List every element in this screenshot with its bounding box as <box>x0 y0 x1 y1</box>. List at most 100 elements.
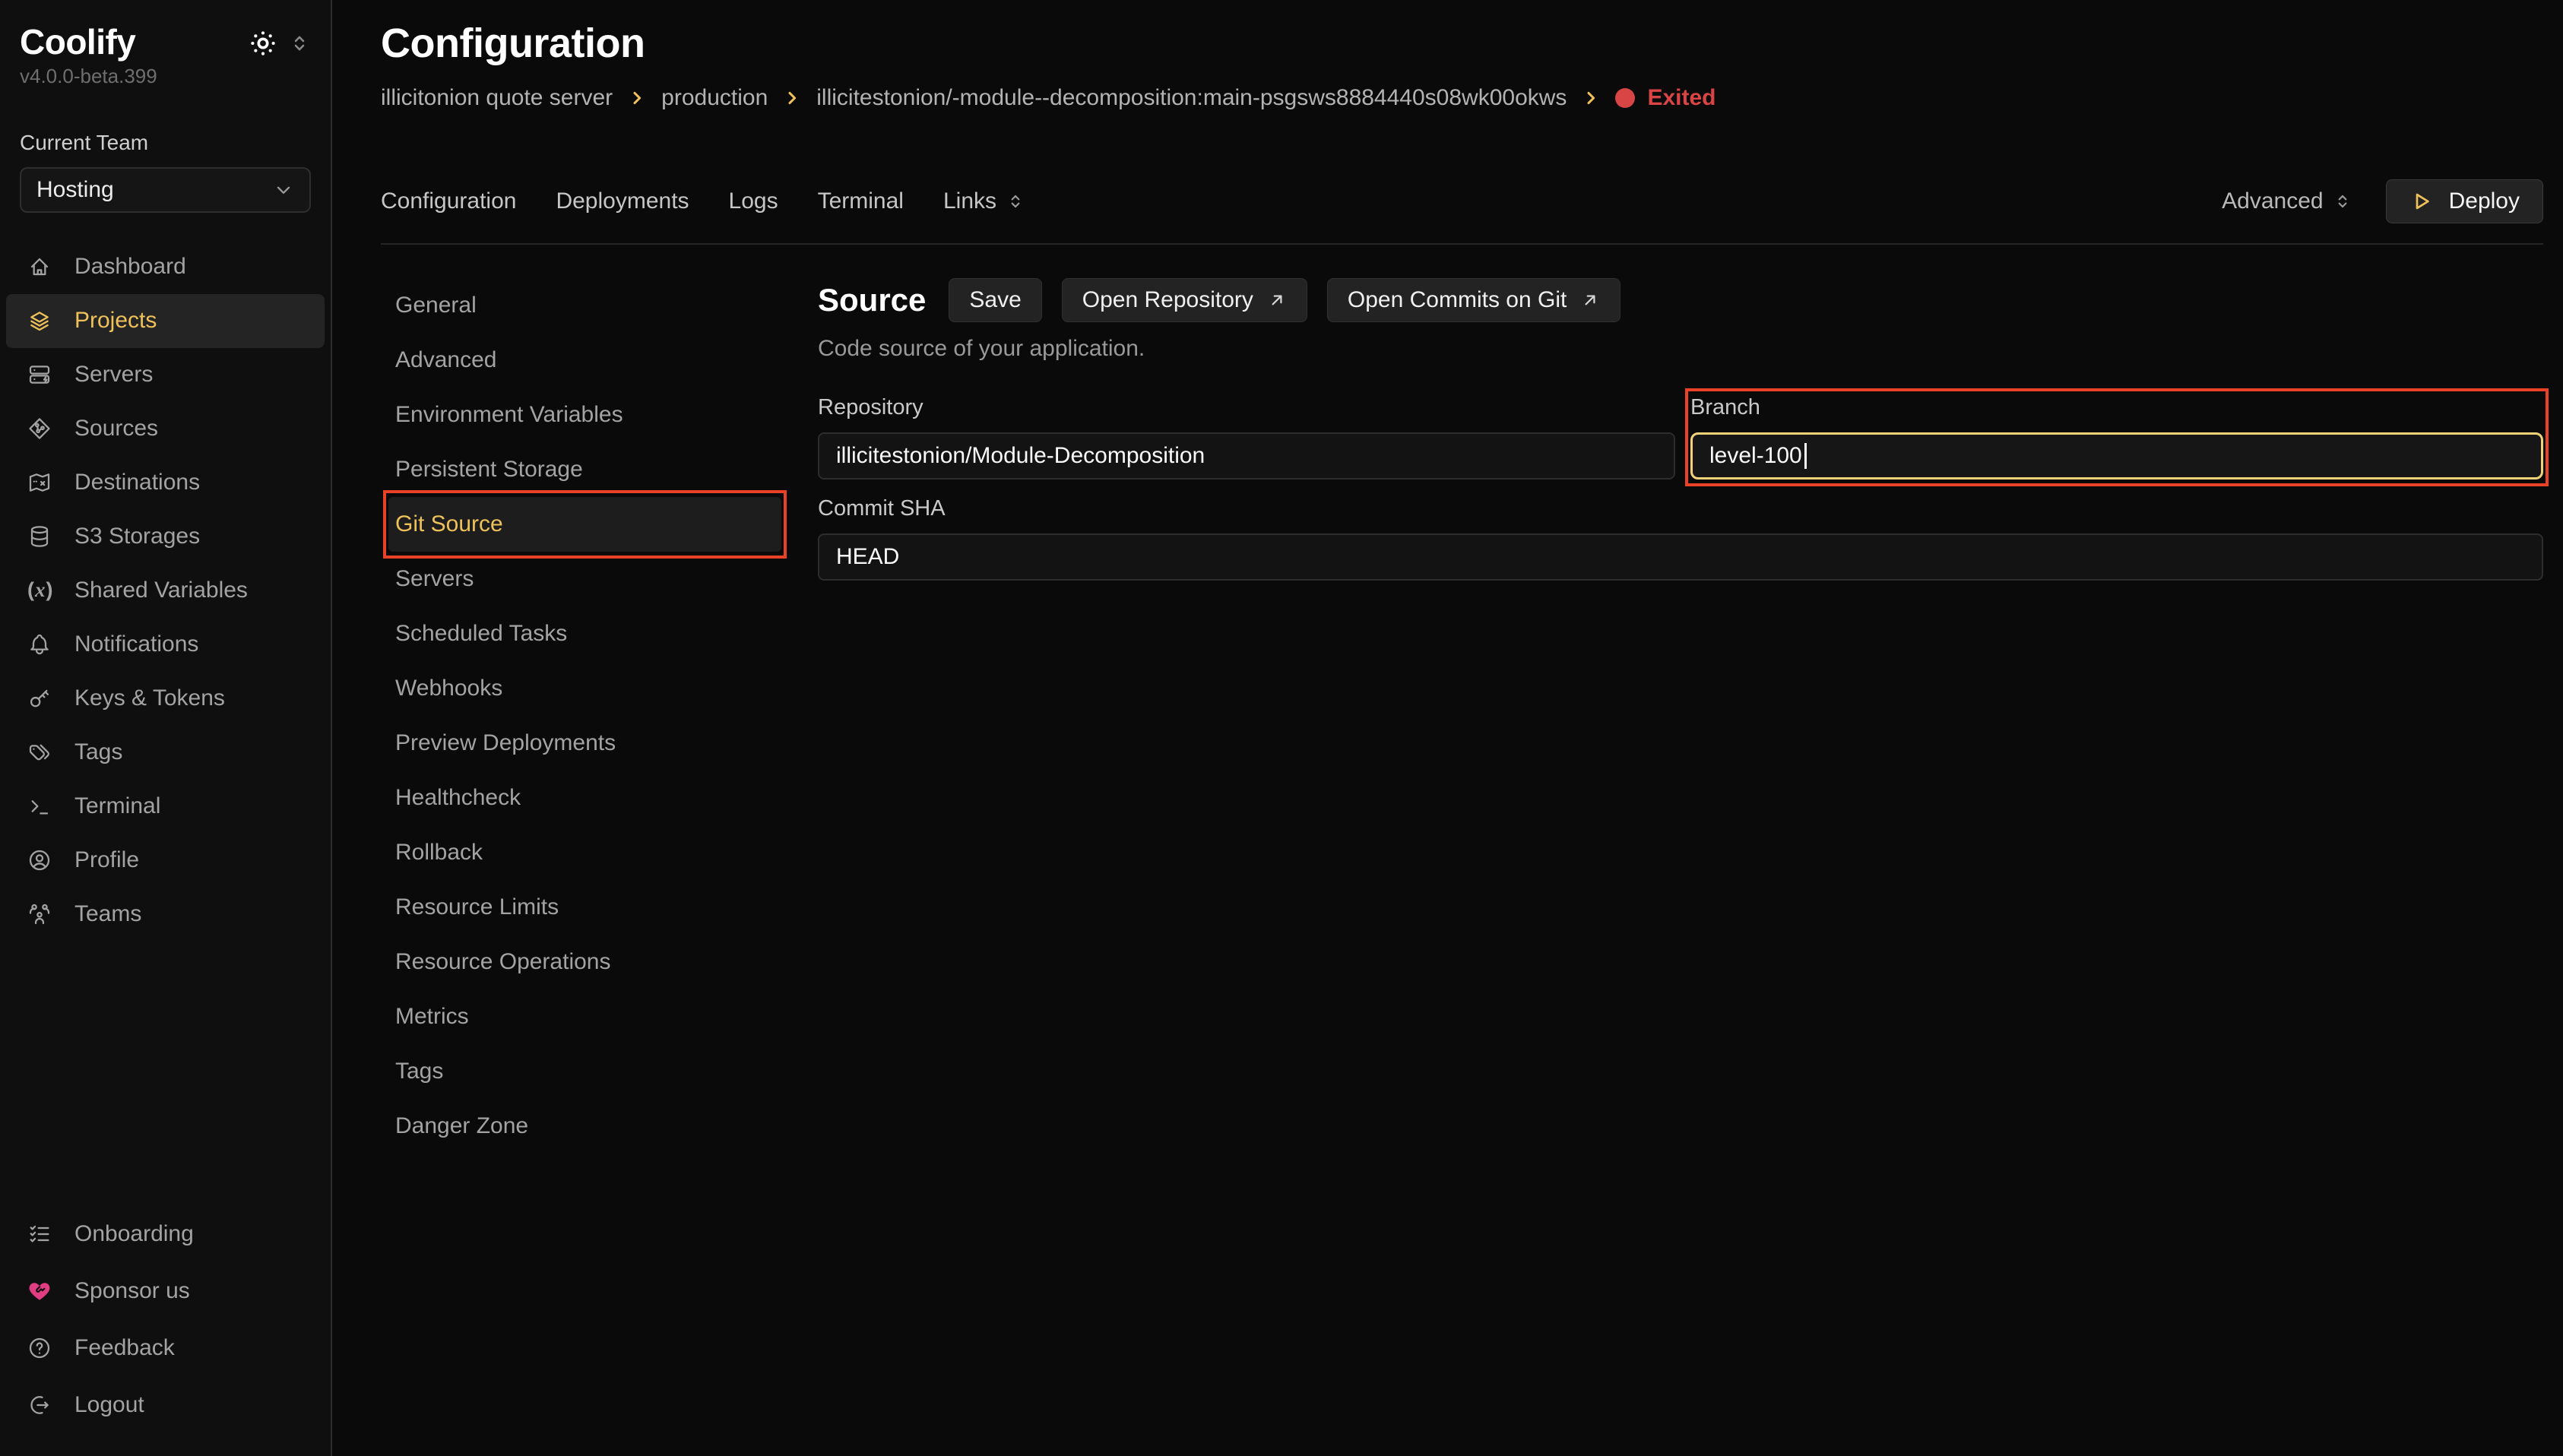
subnav-item-resource-operations[interactable]: Resource Operations <box>388 935 781 989</box>
subnav-item-preview-deployments[interactable]: Preview Deployments <box>388 716 781 771</box>
tab-logs[interactable]: Logs <box>729 188 778 214</box>
tabs-divider <box>381 243 2543 245</box>
server-icon <box>27 362 52 387</box>
text-cursor <box>1804 443 1807 469</box>
main-content: Configuration illicitonion quote server p… <box>332 0 2563 1456</box>
sidebar-item-sources[interactable]: Sources <box>6 402 325 456</box>
source-section: Source Save Open Repository Open Commits… <box>818 278 2543 1456</box>
deploy-label: Deploy <box>2449 188 2520 214</box>
arrow-up-right-icon <box>1267 290 1287 310</box>
bell-icon <box>27 632 52 657</box>
subnav-item-general[interactable]: General <box>388 278 781 333</box>
heart-icon <box>27 1279 52 1303</box>
theme-selector-icon[interactable] <box>288 32 311 55</box>
map-icon <box>27 470 52 495</box>
sidebar-item-destinations[interactable]: Destinations <box>6 456 325 510</box>
commit-sha-input[interactable] <box>818 533 2543 581</box>
tabs-row: Configuration Deployments Logs Terminal … <box>381 178 2543 225</box>
current-team-label: Current Team <box>20 131 311 155</box>
sidebar-item-keys-tokens[interactable]: Keys & Tokens <box>6 672 325 726</box>
database-icon <box>27 524 52 549</box>
branch-input[interactable]: level-100 <box>1690 432 2543 480</box>
status-dot-icon <box>1615 88 1635 108</box>
status-badge: Exited <box>1615 85 1716 111</box>
commit-sha-label: Commit SHA <box>818 496 2543 521</box>
subnav-item-scheduled-tasks[interactable]: Scheduled Tasks <box>388 606 781 661</box>
subnav-item-advanced[interactable]: Advanced <box>388 333 781 388</box>
subnav-item-resource-limits[interactable]: Resource Limits <box>388 880 781 935</box>
sidebar-item-teams[interactable]: Teams <box>6 888 325 942</box>
key-icon <box>27 686 52 711</box>
open-repository-button[interactable]: Open Repository <box>1062 278 1307 322</box>
sidebar-item-feedback[interactable]: Feedback <box>6 1319 325 1376</box>
advanced-menu[interactable]: Advanced <box>2222 188 2352 214</box>
repository-input[interactable] <box>818 432 1675 480</box>
sidebar-item-terminal[interactable]: Terminal <box>6 780 325 834</box>
sidebar-item-logout[interactable]: Logout <box>6 1376 325 1433</box>
subnav-item-rollback[interactable]: Rollback <box>388 825 781 880</box>
subnav-item-persistent-storage[interactable]: Persistent Storage <box>388 442 781 497</box>
subnav-item-healthcheck[interactable]: Healthcheck <box>388 771 781 825</box>
breadcrumb-item[interactable]: illicitestonion/-module--decomposition:m… <box>816 85 1567 111</box>
logout-icon <box>27 1393 52 1417</box>
subnav-item-git-source[interactable]: Git Source <box>388 497 781 552</box>
repository-label: Repository <box>818 395 1675 420</box>
breadcrumb-item[interactable]: illicitonion quote server <box>381 85 613 111</box>
app-root: Coolify v4.0.0-beta.399 Current Team Hos… <box>0 0 2563 1456</box>
tab-configuration[interactable]: Configuration <box>381 188 516 214</box>
status-label: Exited <box>1647 85 1716 111</box>
sidebar-item-servers[interactable]: Servers <box>6 348 325 402</box>
layers-icon <box>27 309 52 333</box>
settings-subnav: General Advanced Environment Variables P… <box>381 278 818 1456</box>
app-version: v4.0.0-beta.399 <box>20 65 311 88</box>
sidebar-item-profile[interactable]: Profile <box>6 834 325 888</box>
subnav-item-webhooks[interactable]: Webhooks <box>388 661 781 716</box>
checklist-icon <box>27 1222 52 1246</box>
save-button[interactable]: Save <box>949 278 1041 322</box>
sidebar-item-onboarding[interactable]: Onboarding <box>6 1205 325 1262</box>
sidebar-footer-nav: Onboarding Sponsor us Feedback Logout <box>6 1205 325 1433</box>
team-select-value: Hosting <box>36 177 114 203</box>
open-commits-button[interactable]: Open Commits on Git <box>1327 278 1620 322</box>
configuration-content: General Advanced Environment Variables P… <box>381 278 2543 1456</box>
chevron-right-icon <box>1582 89 1600 107</box>
sidebar-item-tags[interactable]: Tags <box>6 726 325 780</box>
subnav-item-danger-zone[interactable]: Danger Zone <box>388 1099 781 1154</box>
sidebar-item-dashboard[interactable]: Dashboard <box>6 240 325 294</box>
breadcrumb-item[interactable]: production <box>661 85 768 111</box>
terminal-icon <box>27 794 52 818</box>
sidebar: Coolify v4.0.0-beta.399 Current Team Hos… <box>0 0 332 1456</box>
branch-label: Branch <box>1690 395 2543 420</box>
sidebar-nav: Dashboard Projects Servers Sources Desti… <box>6 240 325 942</box>
sidebar-item-projects[interactable]: Projects <box>6 294 325 348</box>
advanced-label: Advanced <box>2222 188 2323 214</box>
variable-icon: (x) <box>27 578 52 603</box>
tabs: Configuration Deployments Logs Terminal … <box>381 188 1025 214</box>
sidebar-item-s3-storages[interactable]: S3 Storages <box>6 510 325 564</box>
selector-icon <box>2333 191 2352 211</box>
git-icon <box>27 416 52 441</box>
sidebar-item-notifications[interactable]: Notifications <box>6 618 325 672</box>
users-icon <box>27 902 52 926</box>
team-select[interactable]: Hosting <box>20 167 311 213</box>
tab-links[interactable]: Links <box>943 188 1025 214</box>
arrow-up-right-icon <box>1580 290 1600 310</box>
chevron-down-icon <box>273 179 294 201</box>
subnav-item-servers[interactable]: Servers <box>388 552 781 606</box>
deploy-button[interactable]: Deploy <box>2386 179 2543 223</box>
tags-icon <box>27 740 52 764</box>
theme-toggle-sun-icon[interactable] <box>249 29 277 58</box>
tab-terminal[interactable]: Terminal <box>818 188 904 214</box>
play-icon <box>2409 189 2434 214</box>
subnav-item-metrics[interactable]: Metrics <box>388 989 781 1044</box>
user-circle-icon <box>27 848 52 872</box>
subnav-item-tags[interactable]: Tags <box>388 1044 781 1099</box>
chevron-right-icon <box>628 89 646 107</box>
sidebar-item-shared-variables[interactable]: (x) Shared Variables <box>6 564 325 618</box>
section-title: Source <box>818 282 926 318</box>
help-icon <box>27 1336 52 1360</box>
logo-row: Coolify <box>20 23 311 62</box>
sidebar-item-sponsor-us[interactable]: Sponsor us <box>6 1262 325 1319</box>
tab-deployments[interactable]: Deployments <box>556 188 689 214</box>
subnav-item-environment-variables[interactable]: Environment Variables <box>388 388 781 442</box>
